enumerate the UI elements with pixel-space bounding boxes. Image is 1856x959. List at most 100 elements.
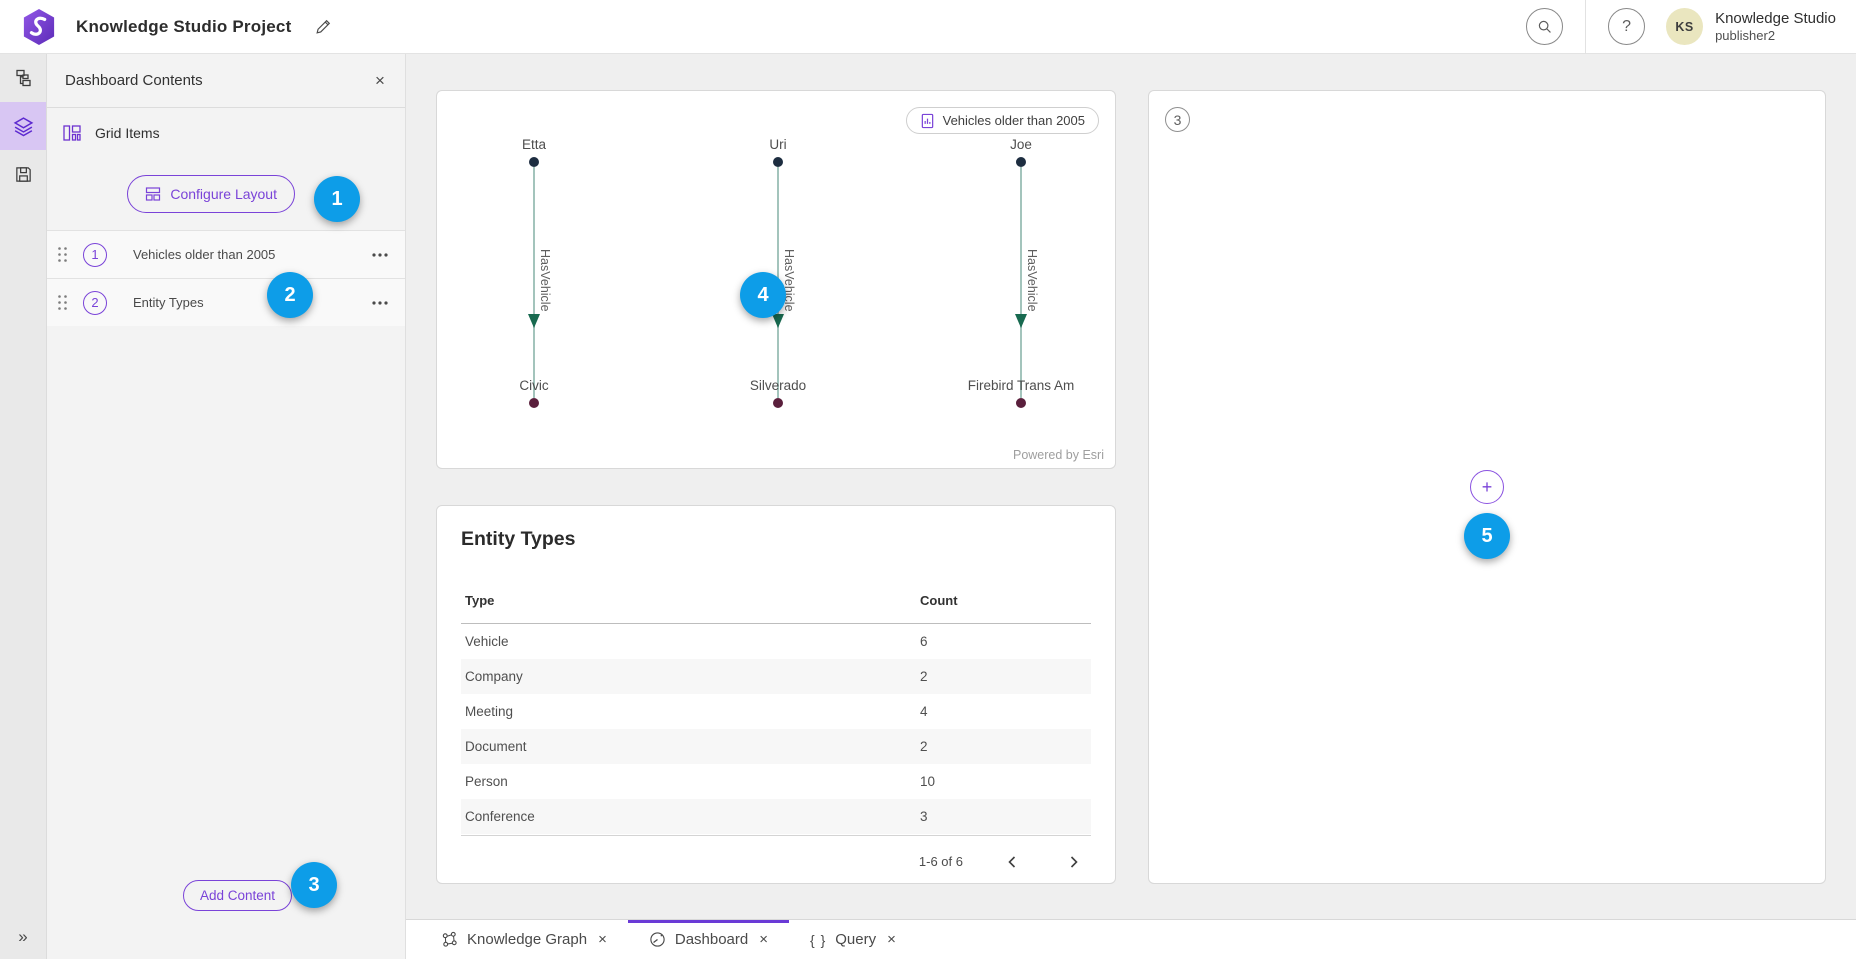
next-page-button[interactable] [1061, 849, 1087, 875]
edge-arrow-icon [772, 314, 784, 328]
vehicle-node[interactable] [529, 398, 539, 408]
node-label: Firebird Trans Am [941, 378, 1101, 393]
user-menu[interactable]: Knowledge Studio publisher2 [1715, 10, 1836, 44]
column-header-count[interactable]: Count [916, 581, 1091, 624]
step-number: 5 [1481, 525, 1492, 548]
close-tab-button[interactable]: × [598, 931, 607, 948]
tab-label: Dashboard [675, 931, 748, 948]
configure-layout-button[interactable]: Configure Layout [127, 175, 295, 213]
grid-item-vehicles[interactable]: 1 Vehicles older than 2005 [47, 230, 405, 278]
cell-type: Vehicle [461, 624, 916, 659]
item-number-badge: 2 [83, 291, 107, 315]
drag-handle-icon[interactable] [57, 246, 68, 263]
pencil-icon [314, 18, 332, 36]
table-row[interactable]: Meeting 4 [461, 694, 1091, 729]
table-row[interactable]: Company 2 [461, 659, 1091, 694]
left-icon-rail: » [0, 54, 47, 959]
avatar[interactable]: KS [1666, 8, 1703, 45]
add-content-block: Add Content [47, 865, 405, 959]
cell-type: Document [461, 729, 916, 764]
help-icon: ? [1622, 18, 1631, 36]
search-icon [1536, 18, 1553, 35]
knowledge-studio-app: Knowledge Studio Project ? KS Knowledge … [0, 0, 1856, 959]
cell-type: Conference [461, 799, 916, 834]
grid-item-entity-types[interactable]: 2 Entity Types [47, 278, 405, 326]
item-label: Vehicles older than 2005 [133, 247, 367, 262]
app-logo-icon[interactable] [22, 8, 56, 46]
dashboard-contents-panel: Dashboard Contents × Grid Items [47, 54, 406, 959]
person-node[interactable] [773, 157, 783, 167]
double-chevron-right-icon: » [18, 927, 27, 946]
close-tab-button[interactable]: × [759, 931, 768, 948]
layers-icon [13, 116, 34, 137]
table-row[interactable]: Document 2 [461, 729, 1091, 764]
person-node[interactable] [529, 157, 539, 167]
edge-label: HasVehicle [1025, 249, 1039, 312]
user-role: publisher2 [1715, 28, 1836, 44]
node-label: Etta [454, 137, 614, 152]
column-header-type[interactable]: Type [461, 581, 916, 624]
table-row[interactable]: Vehicle 6 [461, 624, 1091, 659]
item-label: Entity Types [133, 295, 367, 310]
chevron-right-icon [1070, 856, 1078, 868]
edit-title-button[interactable] [309, 13, 337, 41]
item-options-button[interactable] [367, 242, 393, 268]
close-tab-button[interactable]: × [887, 931, 896, 948]
ellipsis-icon [371, 253, 389, 257]
step-badge-5: 5 [1464, 513, 1510, 559]
table-row[interactable]: Conference 3 [461, 799, 1091, 834]
add-content-button[interactable]: Add Content [183, 880, 292, 911]
help-button[interactable]: ? [1608, 8, 1645, 45]
grid-items-icon [62, 123, 82, 143]
table-row[interactable]: Person 10 [461, 764, 1091, 799]
save-icon [14, 165, 33, 184]
edge-line[interactable] [533, 167, 535, 398]
step-badge-2: 2 [267, 272, 313, 318]
close-icon: × [887, 931, 896, 948]
slot-number-badge: 3 [1165, 107, 1190, 132]
panel-header: Dashboard Contents × [47, 54, 405, 108]
cell-count: 4 [916, 694, 1091, 729]
add-content-label: Add Content [200, 888, 275, 903]
drag-handle-icon[interactable] [57, 294, 68, 311]
edge-line[interactable] [1020, 167, 1022, 398]
close-icon: × [598, 931, 607, 948]
node-label: Joe [941, 137, 1101, 152]
vehicle-node[interactable] [773, 398, 783, 408]
ellipsis-icon [371, 301, 389, 305]
edge-label: HasVehicle [538, 249, 552, 312]
rail-save-button[interactable] [0, 150, 46, 198]
cell-type: Person [461, 764, 916, 799]
dashboard-gauge-icon [649, 931, 666, 948]
vehicle-node[interactable] [1016, 398, 1026, 408]
tab-label: Knowledge Graph [467, 931, 587, 948]
item-options-button[interactable] [367, 290, 393, 316]
empty-grid-slot: 3 + [1148, 90, 1826, 884]
entity-types-table: Type Count Vehicle 6 Company 2 [461, 581, 1091, 834]
person-node[interactable] [1016, 157, 1026, 167]
pagination-label: 1-6 of 6 [919, 854, 963, 869]
close-panel-button[interactable]: × [365, 66, 395, 96]
widget-title: Entity Types [461, 528, 1091, 551]
rail-dashboard-layers-button[interactable] [0, 102, 46, 150]
graph-edge-group: Etta HasVehicle Civic [454, 131, 614, 431]
cell-count: 6 [916, 624, 1091, 659]
item-number: 2 [91, 295, 98, 310]
tab-label: Query [835, 931, 876, 948]
avatar-initials: KS [1675, 20, 1693, 34]
tab-knowledge-graph[interactable]: Knowledge Graph × [420, 920, 628, 959]
layer-chip-label: Vehicles older than 2005 [943, 113, 1085, 128]
layer-chip[interactable]: Vehicles older than 2005 [906, 107, 1099, 134]
dashboard-canvas: Vehicles older than 2005 Etta HasVehicle… [406, 54, 1856, 959]
add-widget-button[interactable]: + [1470, 470, 1504, 504]
expand-panel-button[interactable]: » [0, 915, 46, 959]
search-button[interactable] [1526, 8, 1563, 45]
header-divider [1585, 0, 1586, 54]
previous-page-button[interactable] [999, 849, 1025, 875]
braces-icon: { } [810, 932, 826, 948]
rail-link-chart-button[interactable] [0, 54, 46, 102]
tab-dashboard[interactable]: Dashboard × [628, 920, 789, 959]
tab-query[interactable]: { } Query × [789, 920, 917, 959]
grid-items-label: Grid Items [95, 125, 160, 141]
chevron-left-icon [1008, 856, 1016, 868]
